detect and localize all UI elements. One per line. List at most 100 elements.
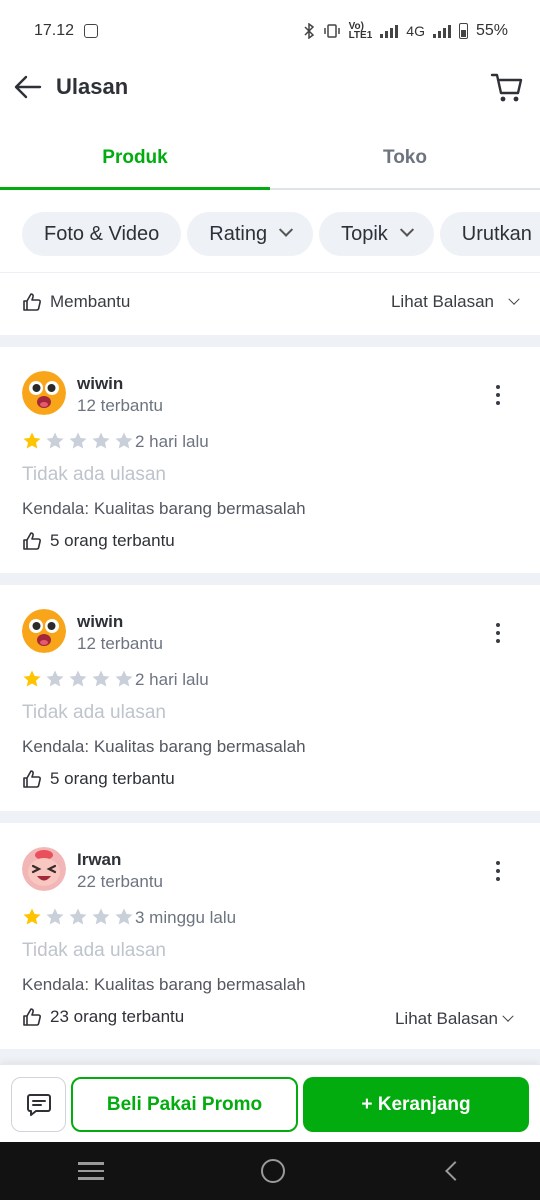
review-date: 3 minggu lalu [135, 908, 237, 927]
tab-toko[interactable]: Toko [270, 128, 540, 188]
section-separator [0, 1049, 540, 1064]
chip-label: Foto & Video [44, 222, 160, 245]
reviewer-name[interactable]: Irwan [77, 850, 121, 870]
section-separator [0, 335, 540, 347]
lihat-balasan-toggle[interactable]: Lihat Balasan [390, 292, 520, 312]
star-empty-icon [92, 432, 110, 449]
star-empty-icon [46, 670, 64, 687]
review-text: Tidak ada ulasan [22, 702, 167, 723]
reviewer-helped-count: 12 terbantu [77, 634, 164, 653]
lihat-balasan-label: Lihat Balasan [394, 1009, 498, 1028]
rating-stars [22, 669, 134, 689]
helpful-button[interactable]: 5 orang terbantu [22, 769, 175, 789]
volte-bottom: LTE1 [348, 30, 373, 41]
star-empty-icon [69, 432, 87, 449]
star-filled-icon [23, 432, 41, 449]
reviewer-name[interactable]: wiwin [77, 374, 123, 394]
lihat-balasan-label: Lihat Balasan [390, 292, 494, 311]
star-empty-icon [92, 670, 110, 687]
volte-indicator: Vo) LTE1 [348, 22, 373, 41]
buy-with-promo-button[interactable]: Beli Pakai Promo [71, 1077, 298, 1132]
star-empty-icon [46, 908, 64, 925]
section-separator [0, 573, 540, 585]
status-bar: 17.12 Vo) LTE1 4G 55% [0, 0, 540, 62]
star-filled-icon [23, 670, 41, 687]
avatar [22, 847, 66, 891]
membantu-label[interactable]: Membantu [50, 292, 130, 312]
add-to-cart-button[interactable]: + Keranjang [303, 1077, 529, 1132]
chip-label: Topik [341, 222, 388, 245]
filter-topik[interactable]: Topik [319, 212, 434, 256]
cart-icon [490, 73, 523, 102]
reviewer-helped-count: 22 terbantu [77, 872, 164, 891]
star-empty-icon [69, 908, 87, 925]
reviewer-name[interactable]: wiwin [77, 612, 123, 632]
more-options-button[interactable] [494, 861, 502, 881]
vibrate-icon [323, 24, 340, 38]
page-title: Ulasan [56, 74, 129, 99]
review-text: Tidak ada ulasan [22, 464, 167, 485]
status-time-group: 17.12 [34, 22, 99, 40]
bluetooth-icon [304, 23, 314, 39]
divider [0, 272, 540, 273]
system-back-button[interactable] [444, 1161, 465, 1181]
signal-icon-2 [432, 24, 451, 38]
star-empty-icon [46, 432, 64, 449]
home-button[interactable] [260, 1159, 285, 1183]
back-button[interactable] [14, 73, 42, 101]
thumbs-up-icon [23, 770, 41, 788]
system-nav-bar [0, 1142, 540, 1200]
star-empty-icon [115, 432, 133, 449]
tab-produk[interactable]: Produk [0, 128, 270, 190]
avatar [22, 371, 66, 415]
avatar [22, 609, 66, 653]
review-card: wiwin 12 terbantu 2 hari lalu Tidak ada … [0, 585, 540, 811]
rating-stars [22, 907, 134, 927]
filter-foto-video[interactable]: Foto & Video [22, 212, 182, 256]
notification-icon [84, 24, 99, 38]
helpful-count: 5 orang terbantu [50, 531, 175, 550]
arrow-left-icon [14, 75, 42, 99]
more-options-button[interactable] [494, 623, 502, 643]
review-issue: Kendala: Kualitas barang bermasalah [22, 975, 306, 994]
chat-icon [26, 1093, 51, 1116]
more-options-button[interactable] [494, 385, 502, 405]
lihat-balasan-button[interactable]: Lihat Balasan [394, 1009, 514, 1029]
cart-button[interactable] [490, 70, 524, 104]
sort-membantu-row: Membantu Lihat Balasan [22, 282, 520, 322]
app-header: Ulasan [0, 62, 540, 112]
review-tabs: Produk Toko [0, 128, 540, 190]
helpful-button[interactable]: 5 orang terbantu [22, 531, 175, 551]
review-issue: Kendala: Kualitas barang bermasalah [22, 499, 306, 518]
review-issue: Kendala: Kualitas barang bermasalah [22, 737, 306, 756]
chevron-down-icon [508, 293, 520, 305]
network-type: 4G [406, 23, 425, 39]
review-date: 2 hari lalu [135, 670, 209, 689]
filter-chips: Foto & Video Rating Topik Urutkan [22, 212, 540, 256]
review-card: wiwin 12 terbantu 2 hari lalu Tidak ada … [0, 347, 540, 573]
thumbs-up-icon [23, 532, 41, 550]
star-empty-icon [92, 908, 110, 925]
chevron-down-icon [502, 1010, 514, 1022]
helpful-button[interactable]: 23 orang terbantu [22, 1007, 184, 1027]
rating-stars [22, 431, 134, 451]
star-empty-icon [115, 670, 133, 687]
review-text: Tidak ada ulasan [22, 940, 167, 961]
chat-button[interactable] [11, 1077, 66, 1132]
status-time: 17.12 [34, 22, 75, 39]
review-card: Irwan 22 terbantu 3 minggu lalu Tidak ad… [0, 823, 540, 1049]
signal-icon [380, 24, 399, 38]
star-filled-icon [23, 908, 41, 925]
status-indicators: Vo) LTE1 4G 55% [303, 22, 508, 41]
filter-rating[interactable]: Rating [187, 212, 314, 256]
review-date: 2 hari lalu [135, 432, 209, 451]
helpful-count: 5 orang terbantu [50, 769, 175, 788]
filter-urutkan[interactable]: Urutkan [439, 212, 540, 256]
thumbs-up-icon[interactable] [22, 292, 42, 312]
thumbs-up-icon [23, 1008, 41, 1026]
chip-label: Rating [209, 222, 268, 245]
chevron-down-icon [399, 222, 414, 237]
chevron-down-icon [279, 222, 294, 237]
star-empty-icon [69, 670, 87, 687]
recent-apps-button[interactable] [78, 1162, 105, 1180]
